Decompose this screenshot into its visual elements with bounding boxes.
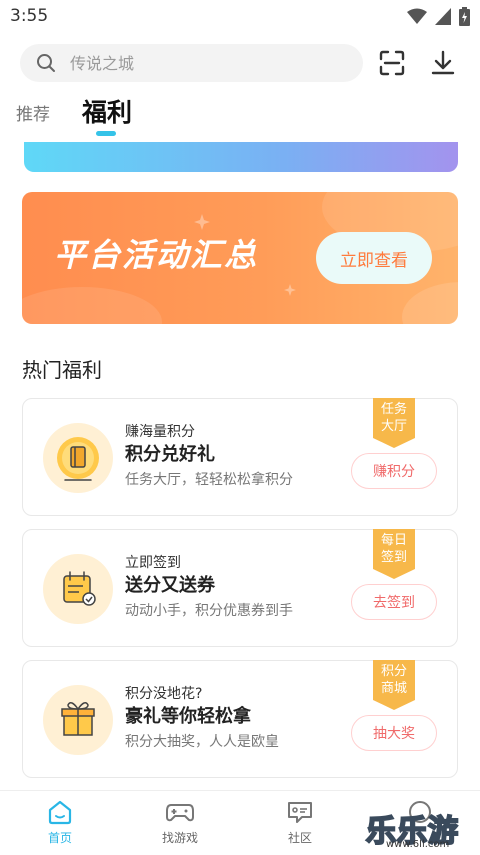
welfare-card[interactable]: 立即签到 送分又送券 动动小手，积分优惠券到手 去签到 每日签到	[22, 529, 458, 647]
nav-label: 社区	[287, 831, 312, 845]
battery-icon	[459, 7, 470, 26]
card-description: 积分大抽奖，人人是欧皇	[125, 734, 279, 750]
ribbon-line: 任务	[380, 402, 407, 417]
gamepad-icon	[166, 804, 194, 822]
banner-title: 平台活动汇总	[54, 236, 259, 274]
event-banner[interactable]: 平台活动汇总 立即查看	[22, 192, 458, 324]
search-box[interactable]	[20, 44, 363, 82]
card-description: 任务大厅，轻轻松松拿积分	[125, 472, 293, 488]
card-ribbon: 每日 签到	[373, 529, 415, 579]
card-icon-bg	[43, 554, 113, 624]
calendar-check-icon	[63, 571, 96, 606]
scan-icon[interactable]	[378, 49, 406, 77]
tab-recommend[interactable]: 推荐	[16, 100, 50, 125]
sparkle-icon	[284, 284, 296, 296]
ribbon-line: 商城	[380, 681, 407, 696]
card-title: 积分兑好礼	[125, 444, 215, 465]
site-watermark: 乐乐游戏 www.6ll.com	[365, 806, 480, 855]
check-in-button[interactable]: 去签到	[351, 584, 437, 620]
ribbon-line: 签到	[380, 550, 407, 565]
ribbon-line: 每日	[380, 533, 407, 548]
status-bar: 3:55	[0, 0, 480, 34]
tab-indicator	[96, 131, 116, 136]
nav-label: 首页	[47, 831, 72, 845]
lottery-button[interactable]: 抽大奖	[351, 715, 437, 751]
status-icons	[407, 7, 470, 26]
signal-icon	[435, 8, 451, 25]
nav-home[interactable]: 首页	[20, 799, 100, 846]
download-icon[interactable]	[429, 49, 457, 77]
view-now-button[interactable]: 立即查看	[316, 232, 432, 284]
carousel-banner[interactable]	[24, 142, 458, 172]
watermark-url: www.6ll.com	[386, 839, 450, 850]
card-ribbon: 任务 大厅	[373, 398, 415, 448]
card-ribbon: 积分 商城	[373, 660, 415, 710]
ribbon-line: 大厅	[380, 419, 407, 434]
card-subtitle: 赚海量积分	[125, 424, 195, 440]
search-icon	[37, 54, 55, 72]
status-time: 3:55	[10, 6, 49, 26]
book-coin-icon	[57, 437, 99, 481]
nav-community[interactable]: 社区	[260, 799, 340, 846]
nav-label: 找游戏	[161, 831, 198, 845]
card-subtitle: 积分没地花?	[125, 686, 203, 702]
banner-decoration	[22, 287, 162, 324]
search-input[interactable]	[70, 53, 330, 73]
gift-box-icon	[61, 702, 95, 736]
card-icon-bg	[43, 685, 113, 755]
banner-decoration	[402, 282, 458, 324]
home-icon	[48, 800, 72, 825]
ribbon-line: 积分	[380, 664, 407, 679]
wifi-icon	[407, 8, 427, 24]
card-description: 动动小手，积分优惠券到手	[125, 603, 293, 619]
community-icon	[288, 802, 312, 823]
card-subtitle: 立即签到	[125, 555, 181, 571]
earn-points-button[interactable]: 赚积分	[351, 453, 437, 489]
sparkle-icon	[194, 214, 210, 230]
section-title: 热门福利	[22, 358, 102, 382]
card-title: 送分又送券	[125, 575, 215, 596]
card-icon-bg	[43, 423, 113, 493]
welfare-card[interactable]: 赚海量积分 积分兑好礼 任务大厅，轻轻松松拿积分 赚积分 任务大厅	[22, 398, 458, 516]
tab-welfare[interactable]: 福利	[82, 93, 132, 129]
nav-find-games[interactable]: 找游戏	[140, 799, 220, 846]
card-title: 豪礼等你轻松拿	[125, 706, 251, 727]
welfare-card[interactable]: 积分没地花? 豪礼等你轻松拿 积分大抽奖，人人是欧皇 抽大奖 积分商城	[22, 660, 458, 778]
